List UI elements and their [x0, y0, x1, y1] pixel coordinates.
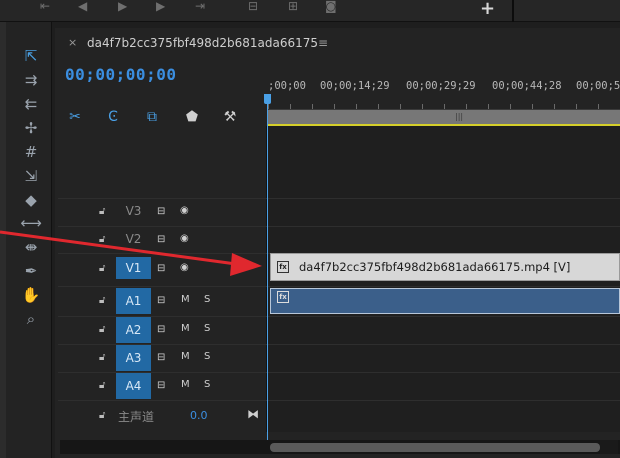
scrollbar-thumb[interactable] [270, 443, 600, 452]
annotation-arrow [0, 230, 262, 276]
scrollbar-corner [600, 440, 618, 454]
